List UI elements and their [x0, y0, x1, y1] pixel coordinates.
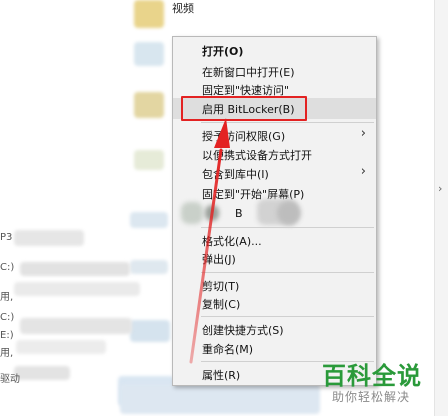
annotation-arrow — [189, 118, 230, 364]
watermark-logo: 百科全说 — [322, 362, 422, 390]
watermark: 百科全说 助你轻松解决 — [318, 356, 430, 412]
watermark-subtitle: 助你轻松解决 — [332, 390, 411, 404]
